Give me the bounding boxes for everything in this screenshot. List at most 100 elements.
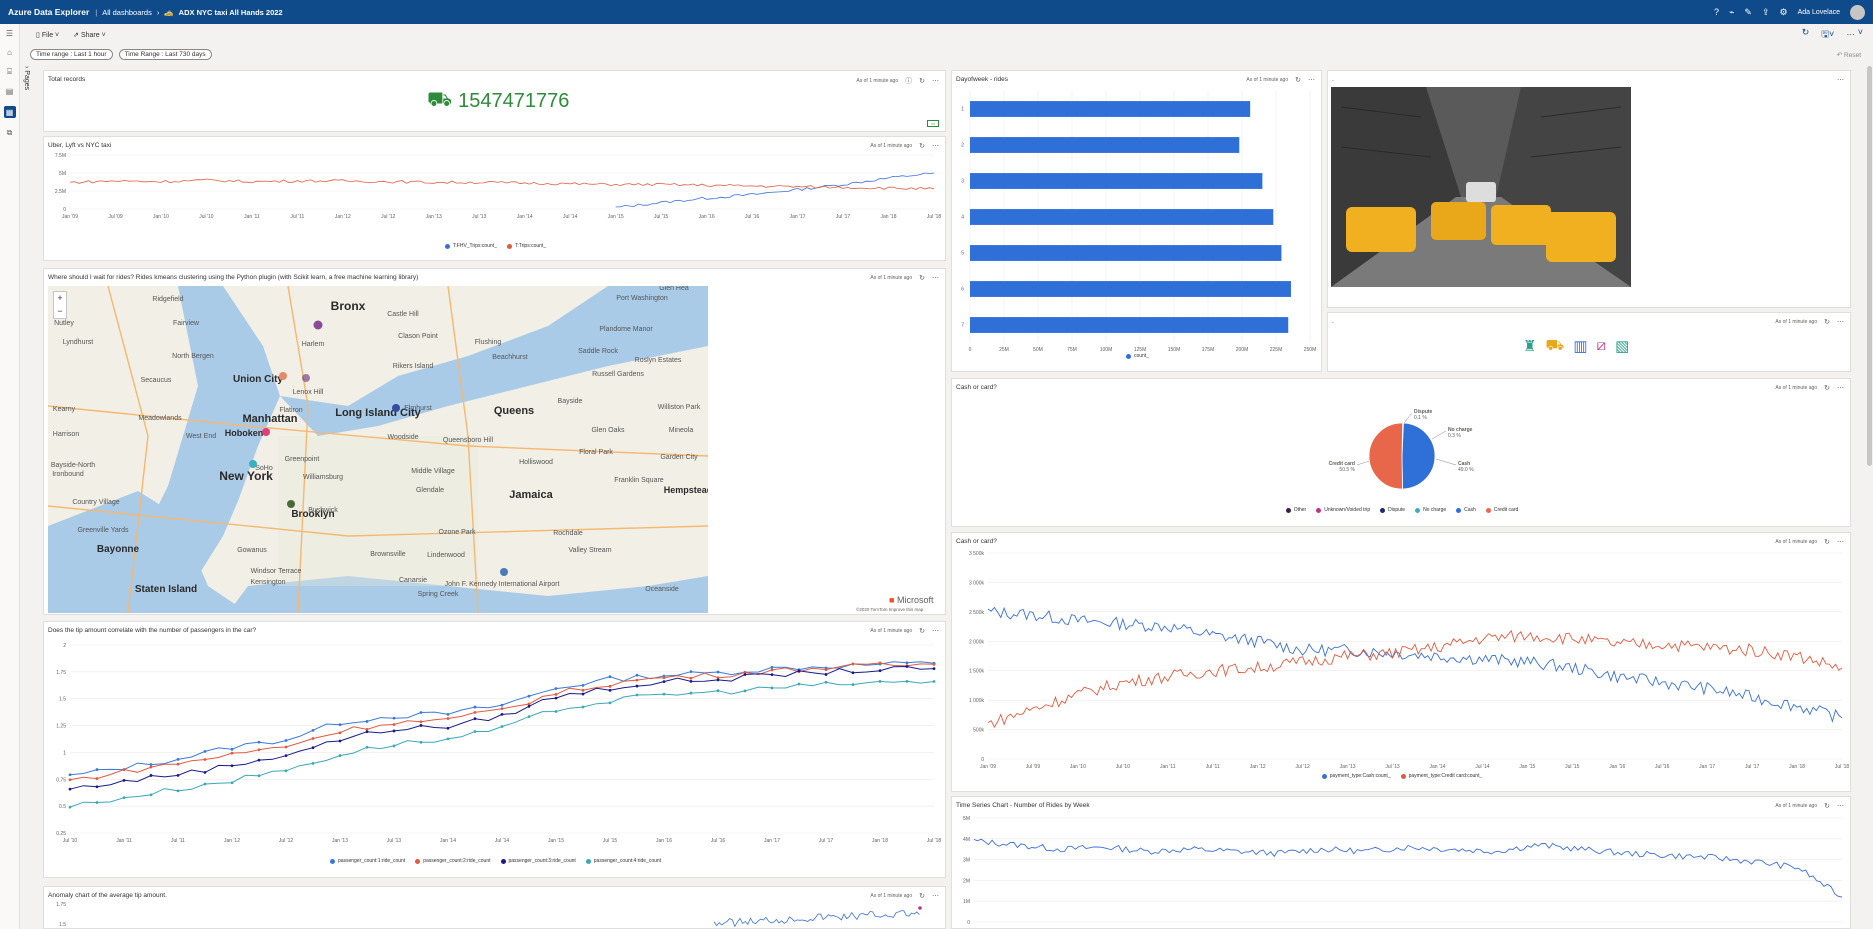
monitor-icon[interactable]: ⧉ — [7, 128, 13, 138]
legend-item[interactable]: payment_type:Credit card:count_ — [1400, 773, 1482, 779]
refresh-icon[interactable]: ↻ — [1802, 27, 1810, 43]
more-icon[interactable]: ⋯ — [1308, 76, 1315, 84]
filter-time-range-730[interactable]: Time Range : Last 730 days — [118, 49, 212, 60]
legend-label: passenger_count:3:ride_count — [508, 858, 576, 864]
pages-panel-label[interactable]: › Pages — [20, 66, 30, 90]
x-tick-label: Jul '15 — [603, 838, 618, 844]
data-point — [473, 705, 477, 709]
breadcrumb-all-dashboards[interactable]: All dashboards — [102, 8, 152, 17]
map-attribution[interactable]: ©2020 TomTom Improve this map — [856, 607, 923, 612]
y-tick-label: 3M — [963, 858, 970, 864]
legend-item[interactable]: T:FHV_Trips:count_ — [444, 243, 497, 249]
more-icon[interactable]: ⋯ — [1837, 76, 1844, 84]
more-icon[interactable]: ⋯ — [1837, 318, 1844, 326]
more-icon[interactable]: ⋯ — [932, 77, 939, 85]
query-icon[interactable]: ⌸ — [7, 67, 12, 77]
refresh-icon[interactable]: ↻ — [1295, 76, 1301, 84]
refresh-icon[interactable]: ↻ — [919, 892, 925, 900]
callout-line — [1403, 412, 1413, 424]
refresh-icon[interactable]: ↻ — [1824, 802, 1830, 810]
more-icon[interactable]: ⋯ — [932, 274, 939, 282]
data-point — [608, 684, 612, 688]
more-icon[interactable]: ⋯ — [932, 892, 939, 900]
refresh-icon[interactable]: ↻ — [919, 627, 925, 635]
avatar[interactable] — [1850, 4, 1865, 20]
data-point — [689, 676, 693, 680]
legend-item[interactable]: payment_type:Cash:count_ — [1321, 773, 1391, 779]
save-icon[interactable]: 🖫˅ — [1821, 27, 1834, 43]
more-icon[interactable]: ⋯ — [1837, 538, 1844, 546]
legend-swatch — [1456, 507, 1462, 513]
data-point — [365, 720, 369, 723]
legend-item[interactable]: No charge — [1415, 507, 1446, 513]
legend-label: Cash — [1464, 507, 1476, 513]
refresh-icon[interactable]: ↻ — [919, 77, 925, 85]
reset-button[interactable]: ↶ Reset — [1837, 51, 1861, 59]
data-point — [689, 670, 693, 674]
legend-item[interactable]: Credit card — [1485, 507, 1518, 513]
map-label: Bayside — [558, 398, 583, 405]
tile-title: . — [1332, 318, 1334, 325]
y-tick-label: 3 500k — [969, 551, 985, 557]
legend-item[interactable]: passenger_count:2:ride_count — [415, 858, 491, 864]
feedback-icon[interactable]: ✎ — [1744, 7, 1752, 18]
x-tick-label: Jul '12 — [1295, 764, 1310, 770]
legend-swatch — [500, 858, 506, 864]
zoom-in-button[interactable]: + — [54, 292, 66, 305]
data-point — [257, 774, 261, 778]
legend-item[interactable]: T:Trips:count_ — [506, 243, 546, 249]
file-menu[interactable]: ▯ File ˅ — [36, 31, 59, 39]
menu-icon[interactable]: ☰ — [6, 29, 13, 38]
zoom-out-button[interactable]: − — [54, 305, 66, 318]
notifications-icon[interactable]: ⌁ — [1729, 7, 1734, 18]
map-label: West End — [186, 433, 216, 440]
refresh-icon[interactable]: ↻ — [1824, 538, 1830, 546]
tile-rides-by-week: Time Series Chart - Number of Rides by W… — [951, 796, 1851, 929]
share-icon: ⇗ — [73, 31, 80, 39]
y-tick-label: 4 — [961, 214, 964, 220]
help-icon[interactable]: ? — [1714, 7, 1719, 17]
data-point — [203, 749, 207, 753]
home-icon[interactable]: ⌂ — [7, 48, 12, 57]
x-tick-label: Jul '12 — [279, 838, 294, 844]
refresh-icon[interactable]: ↻ — [1824, 318, 1830, 326]
settings-icon[interactable]: ⚙ — [1780, 7, 1788, 18]
legend-item[interactable]: count_ — [1125, 353, 1149, 359]
scrollbar[interactable] — [1867, 66, 1872, 466]
data-point — [203, 782, 207, 786]
legend-item[interactable]: passenger_count:3:ride_count — [500, 858, 576, 864]
more-icon[interactable]: ⋯ — [932, 627, 939, 635]
app-title[interactable]: Azure Data Explorer — [8, 7, 89, 17]
share-icon[interactable]: ⇪ — [1762, 7, 1770, 18]
map-label: Nutley — [54, 320, 74, 327]
pie-slice — [1401, 422, 1436, 490]
data-point — [176, 773, 180, 777]
legend-item[interactable]: passenger_count:1:ride_count — [329, 858, 405, 864]
legend-item[interactable]: Unknown/Voided trip — [1316, 507, 1370, 513]
x-tick-label: Jul '17 — [836, 214, 851, 220]
tile-map: Where should I wait for rides? Rides kme… — [43, 268, 946, 615]
x-tick-label: Jan '09 — [980, 764, 996, 770]
data-icon[interactable]: ▤ — [6, 87, 14, 96]
info-icon[interactable]: ⓘ — [905, 76, 912, 86]
map-label: Holliswood — [519, 459, 553, 466]
data-point — [635, 684, 639, 688]
refresh-icon[interactable]: ↻ — [919, 142, 925, 150]
legend-item[interactable]: Cash — [1456, 507, 1476, 513]
user-name[interactable]: Ada Lovelace — [1798, 9, 1840, 16]
share-menu[interactable]: ⇗ Share ˅ — [73, 31, 106, 39]
more-icon[interactable]: … ˅ — [1846, 27, 1863, 43]
y-tick-label: 7.5M — [55, 153, 66, 159]
legend-item[interactable]: Other — [1285, 507, 1306, 513]
refresh-icon[interactable]: ↻ — [919, 274, 925, 282]
data-point — [122, 768, 126, 771]
more-icon[interactable]: ⋯ — [1837, 802, 1844, 810]
breadcrumb-dashboard-name[interactable]: ADX NYC taxi All Hands 2022 — [179, 8, 283, 17]
filter-time-range[interactable]: Time range : Last 1 hour — [30, 49, 113, 60]
more-icon[interactable]: ⋯ — [932, 142, 939, 150]
map-label: Valley Stream — [568, 547, 611, 554]
dashboards-icon[interactable]: ▦ — [3, 106, 16, 118]
legend-item[interactable]: passenger_count:4:ride_count — [585, 858, 661, 864]
legend-item[interactable]: Dispute — [1380, 507, 1405, 513]
map-canvas[interactable]: BronxHarlemManhattanUnion CityLong Islan… — [48, 286, 708, 613]
